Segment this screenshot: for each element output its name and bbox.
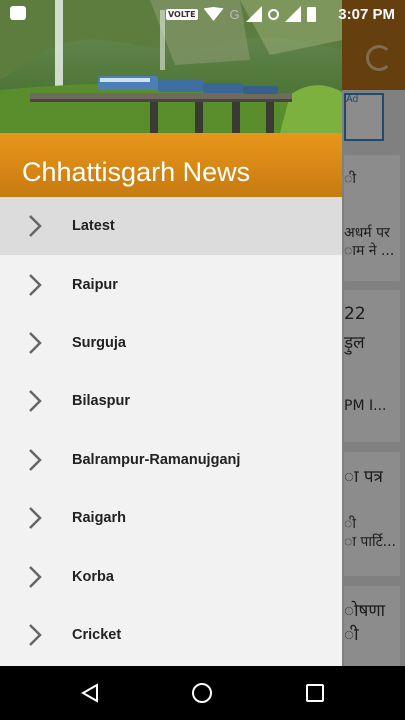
navigation-drawer: Chhattisgarh News Latest Raipur Surguja … <box>0 0 342 666</box>
status-bar: VOLTE G 3:07 PM <box>0 0 405 28</box>
menu-item-bilaspur[interactable]: Bilaspur <box>0 372 342 430</box>
chevron-right-icon <box>29 332 42 354</box>
recent-apps-icon[interactable] <box>306 684 324 702</box>
menu-item-cricket[interactable]: Cricket <box>0 606 342 664</box>
back-icon[interactable] <box>80 683 100 703</box>
menu-item-raigarh[interactable]: Raigarh <box>0 489 342 547</box>
chevron-right-icon <box>29 507 42 530</box>
signal-icon <box>245 6 262 22</box>
chevron-right-icon <box>29 565 42 588</box>
menu-item-label: Raipur <box>72 276 118 293</box>
menu-item-label: Raigarh <box>72 510 126 527</box>
menu-item-label: Latest <box>72 218 115 235</box>
chevron-right-icon <box>29 390 42 413</box>
menu-item-label: Balrampur-Ramanujganj <box>72 451 241 468</box>
status-icons: VOLTE G <box>166 5 316 23</box>
network-type: G <box>229 6 240 22</box>
clock: 3:07 PM <box>338 6 395 23</box>
android-notification-icon <box>10 6 26 20</box>
menu-item-label: Bilaspur <box>72 393 131 410</box>
drawer-menu: Latest Raipur Surguja Bilaspur Balrampur… <box>0 197 342 664</box>
volte-badge: VOLTE <box>166 8 198 20</box>
menu-item-balrampur-ramanujganj[interactable]: Balrampur-Ramanujganj <box>0 431 342 489</box>
data-saver-icon <box>267 8 279 20</box>
menu-item-surguja[interactable]: Surguja <box>0 314 342 372</box>
menu-item-korba[interactable]: Korba <box>0 547 342 605</box>
battery-icon <box>306 6 316 22</box>
menu-item-latest[interactable]: Latest <box>0 197 342 256</box>
menu-item-raipur[interactable]: Raipur <box>0 255 342 313</box>
system-nav-bar <box>0 666 405 720</box>
drawer-title: Chhattisgarh News <box>22 157 251 187</box>
chevron-right-icon <box>29 215 42 238</box>
menu-item-label: Korba <box>72 568 114 585</box>
chevron-right-icon <box>29 448 42 471</box>
chevron-right-icon <box>29 624 42 646</box>
home-icon[interactable] <box>192 683 212 703</box>
menu-item-label: Surguja <box>72 334 126 351</box>
wifi-icon <box>203 7 224 21</box>
chevron-right-icon <box>29 273 42 296</box>
signal-icon-2 <box>284 6 301 22</box>
menu-item-label: Cricket <box>72 626 122 643</box>
